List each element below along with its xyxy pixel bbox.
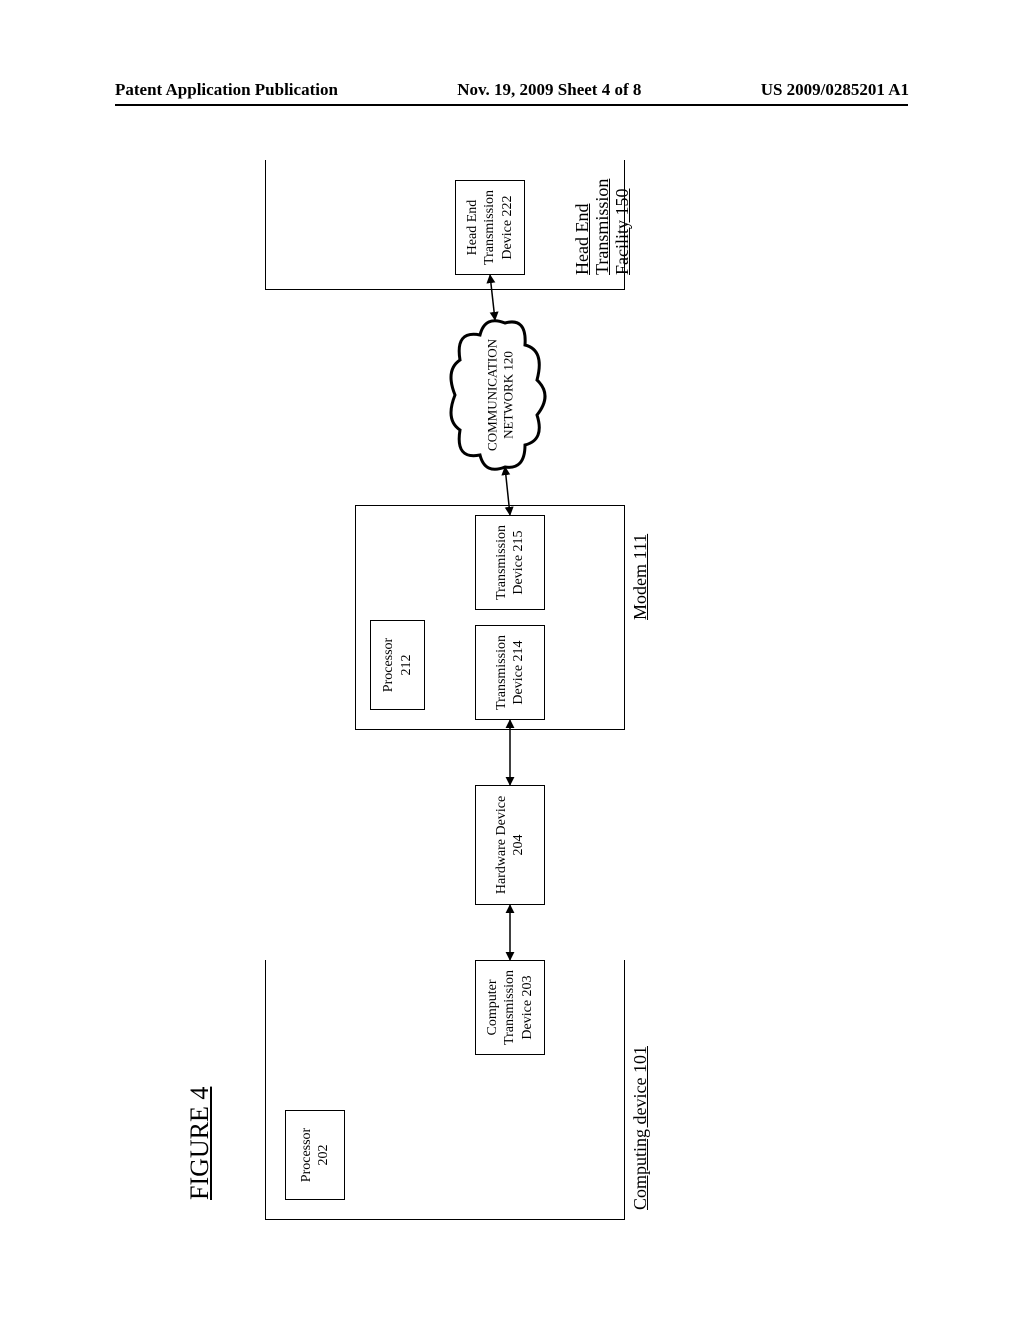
- label-facility: Head End Transmission Facility 150: [573, 179, 632, 275]
- header-center: Nov. 19, 2009 Sheet 4 of 8: [457, 80, 641, 100]
- container-head-end-facility: [265, 160, 625, 290]
- cloud-network: COMMUNICATION NETWORK 120: [445, 315, 555, 475]
- cloud-label: COMMUNICATION NETWORK 120: [484, 339, 515, 451]
- block-processor-212: Processor 212: [370, 620, 425, 710]
- header-rule: [115, 104, 908, 106]
- header-left: Patent Application Publication: [115, 80, 338, 100]
- block-computer-transmission-203: Computer Transmission Device 203: [475, 960, 545, 1055]
- block-transmission-215: Transmission Device 215: [475, 515, 545, 610]
- diagram: FIGURE 4 Computing device 101 Processor …: [185, 160, 745, 1220]
- diagram-wrapper: FIGURE 4 Computing device 101 Processor …: [0, 410, 995, 970]
- page-header: Patent Application Publication Nov. 19, …: [0, 80, 1024, 100]
- figure-title: FIGURE 4: [185, 1087, 215, 1200]
- label-modem: Modem 111: [630, 534, 651, 620]
- label-computing-device: Computing device 101: [630, 1046, 651, 1210]
- block-transmission-214: Transmission Device 214: [475, 625, 545, 720]
- block-head-end-222: Head End Transmission Device 222: [455, 180, 525, 275]
- block-processor-202: Processor 202: [285, 1110, 345, 1200]
- block-hardware-device-204: Hardware Device 204: [475, 785, 545, 905]
- header-right: US 2009/0285201 A1: [761, 80, 909, 100]
